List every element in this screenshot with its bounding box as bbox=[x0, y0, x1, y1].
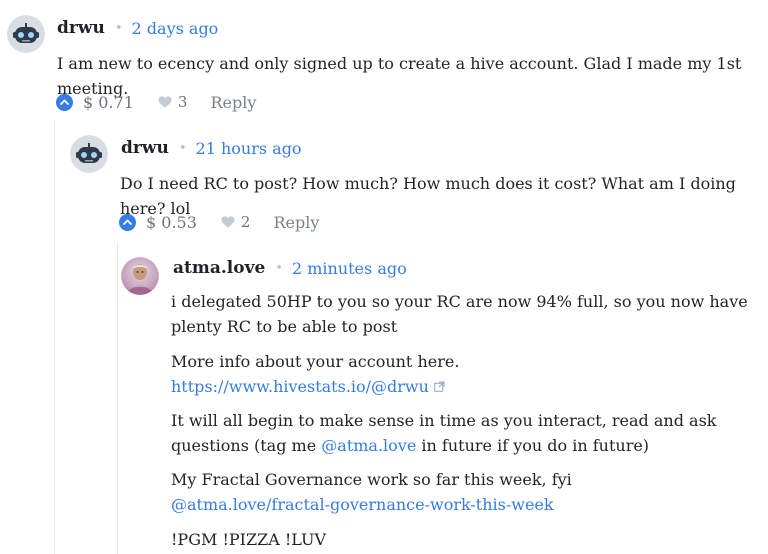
upvote-button[interactable] bbox=[56, 93, 73, 111]
comment-paragraph-2: More info about your account here. https… bbox=[171, 349, 756, 399]
timestamp[interactable]: 21 hours ago bbox=[196, 139, 302, 158]
upvote-button[interactable] bbox=[119, 213, 136, 231]
heart-icon bbox=[158, 96, 172, 108]
paragraph-text: My Fractal Governance work so far this w… bbox=[171, 470, 572, 489]
hivestats-link[interactable]: https://www.hivestats.io/@drwu bbox=[171, 377, 429, 396]
thread-line-level-1 bbox=[54, 122, 55, 554]
avatar[interactable] bbox=[121, 257, 159, 295]
robot-avatar-icon bbox=[70, 135, 108, 173]
external-link-icon bbox=[434, 381, 445, 392]
separator-dot: • bbox=[275, 260, 283, 276]
payout-amount[interactable]: $ 0.53 bbox=[146, 213, 197, 232]
avatar[interactable] bbox=[70, 135, 108, 173]
chevron-up-icon bbox=[123, 219, 132, 225]
paragraph-text: More info about your account here. bbox=[171, 352, 460, 371]
author-name[interactable]: atma.love bbox=[173, 258, 265, 278]
chevron-up-icon bbox=[60, 99, 69, 105]
post-link[interactable]: @atma.love/fractal-governance-work-this-… bbox=[171, 495, 554, 514]
robot-avatar-icon bbox=[7, 15, 45, 53]
comment-paragraph-1: i delegated 50HP to you so your RC are n… bbox=[171, 292, 748, 336]
timestamp[interactable]: 2 days ago bbox=[132, 19, 219, 38]
avatar[interactable] bbox=[7, 15, 45, 53]
separator-dot: • bbox=[114, 20, 123, 36]
comment-body: i delegated 50HP to you so your RC are n… bbox=[171, 289, 756, 552]
reply-button[interactable]: Reply bbox=[273, 213, 319, 232]
heart-icon bbox=[221, 216, 235, 228]
votes-number: 2 bbox=[240, 213, 251, 231]
author-name[interactable]: drwu bbox=[121, 138, 169, 158]
votes-count[interactable]: 3 bbox=[158, 93, 188, 111]
comment-paragraph-4: My Fractal Governance work so far this w… bbox=[171, 467, 756, 517]
comment-paragraph-5: !PGM !PIZZA !LUV bbox=[171, 530, 327, 549]
reply-button[interactable]: Reply bbox=[210, 93, 256, 112]
paragraph-text: in future if you do in future) bbox=[416, 436, 650, 455]
thread-line-level-2 bbox=[117, 242, 118, 554]
mention-link[interactable]: @atma.love bbox=[321, 436, 416, 455]
payout-amount[interactable]: $ 0.71 bbox=[83, 93, 134, 112]
user-photo-avatar bbox=[121, 257, 159, 295]
timestamp[interactable]: 2 minutes ago bbox=[292, 259, 407, 278]
votes-number: 3 bbox=[177, 93, 188, 111]
comment-paragraph-3: It will all begin to make sense in time … bbox=[171, 408, 756, 458]
votes-count[interactable]: 2 bbox=[221, 213, 251, 231]
separator-dot: • bbox=[178, 140, 187, 156]
author-name[interactable]: drwu bbox=[57, 18, 105, 38]
